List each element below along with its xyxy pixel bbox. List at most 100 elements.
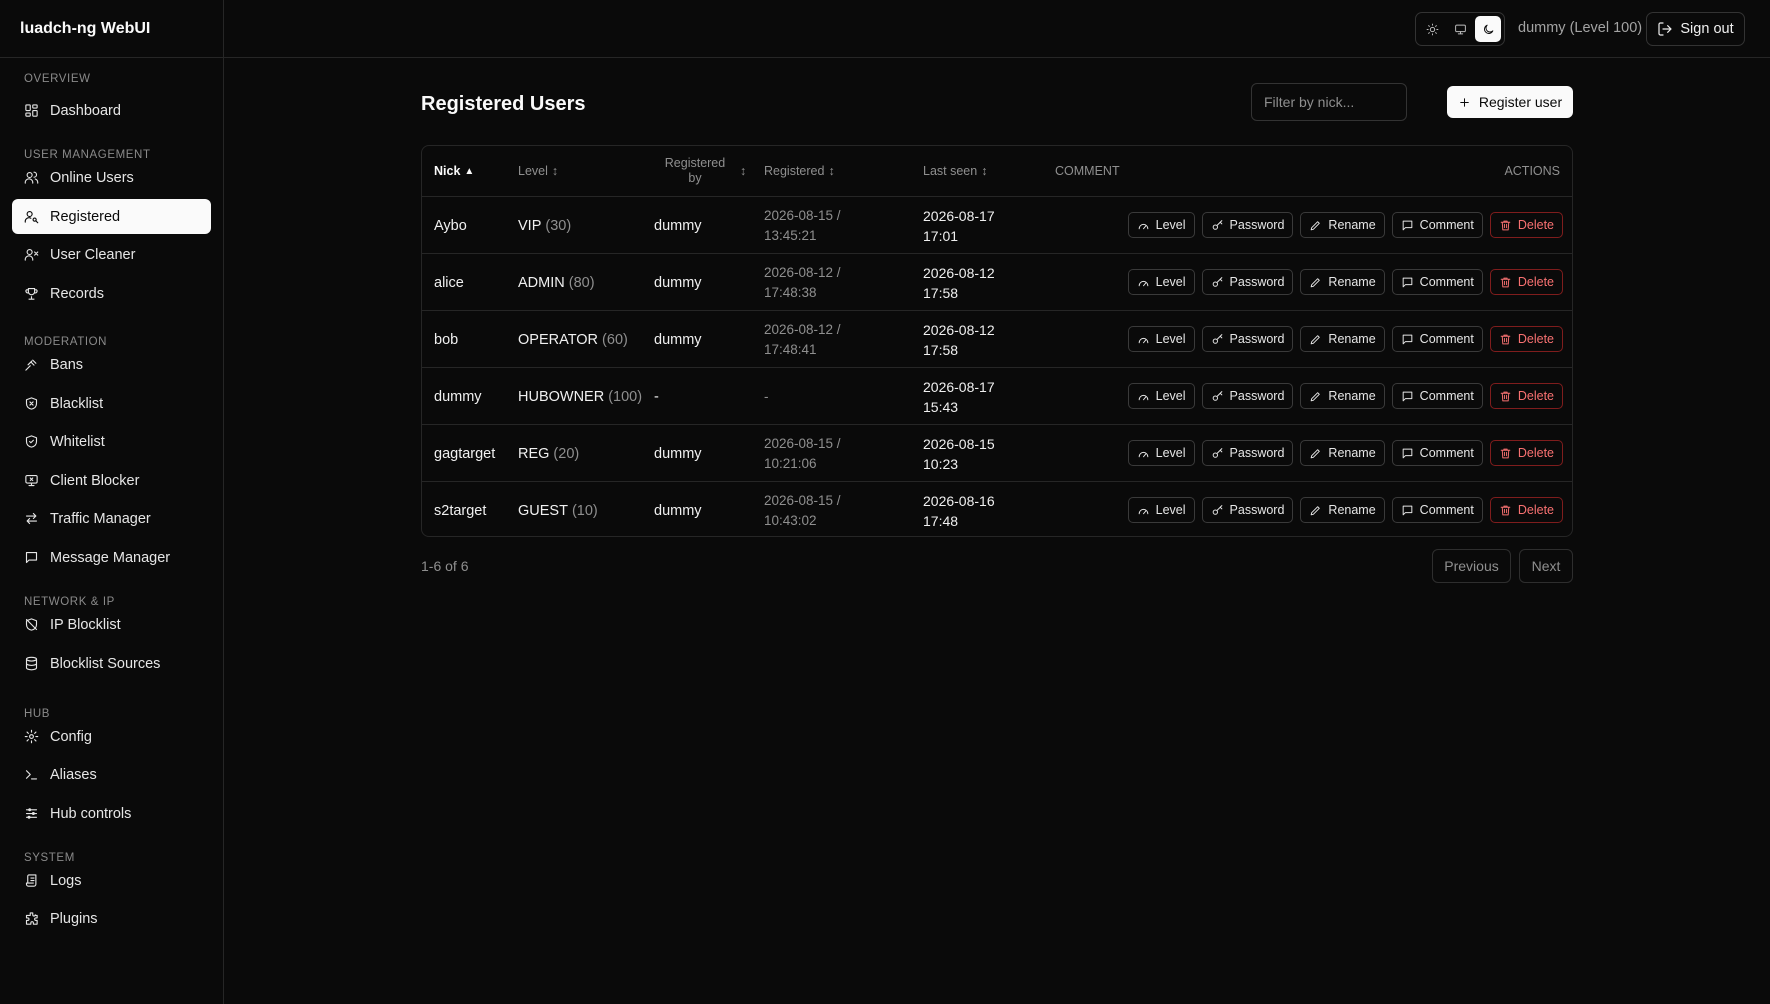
level-button[interactable]: Level	[1127, 326, 1195, 352]
monitor-icon	[1454, 24, 1466, 34]
registered-by-cell: dummy	[654, 217, 702, 234]
gauge-icon	[1138, 337, 1148, 343]
delete-button[interactable]: Delete	[1489, 326, 1563, 352]
password-button[interactable]: Password	[1201, 326, 1294, 352]
sidebar-item-user-cleaner[interactable]: User Cleaner	[12, 237, 211, 272]
level-name: GUEST	[518, 502, 568, 519]
sidebar-item-records[interactable]: Records	[12, 276, 211, 311]
registered-date: 2026-08-12 /	[764, 321, 841, 337]
password-button[interactable]: Password	[1201, 212, 1294, 238]
delete-button[interactable]: Delete	[1489, 269, 1563, 295]
sidebar-item-bans[interactable]: Bans	[12, 347, 211, 382]
sidebar-item-blacklist[interactable]: Blacklist	[12, 386, 211, 421]
sidebar-item-plugins[interactable]: Plugins	[12, 901, 211, 936]
monitor-x-icon	[25, 474, 38, 487]
sidebar-item-config[interactable]: Config	[12, 719, 211, 754]
column-header-registered[interactable]: Registered ↕	[764, 146, 835, 196]
rename-button[interactable]: Rename	[1300, 440, 1385, 466]
level-button[interactable]: Level	[1127, 440, 1195, 466]
database-icon	[25, 656, 38, 671]
sidebar-item-blocklist-sources[interactable]: Blocklist Sources	[12, 646, 211, 681]
sidebar-item-whitelist[interactable]: Whitelist	[12, 424, 211, 459]
action-label: Comment	[1419, 332, 1474, 346]
password-button[interactable]: Password	[1201, 440, 1294, 466]
password-button[interactable]: Password	[1201, 269, 1294, 295]
action-label: Comment	[1419, 275, 1474, 289]
sidebar-item-label: Blocklist Sources	[50, 655, 161, 672]
light-theme-button[interactable]	[1419, 16, 1445, 42]
registered-date: 2026-08-12 /	[764, 264, 841, 280]
sidebar-item-registered[interactable]: Registered	[12, 199, 211, 234]
column-header-nick[interactable]: Nick ▲	[434, 146, 474, 196]
action-label: Comment	[1419, 446, 1474, 460]
delete-button[interactable]: Delete	[1489, 212, 1563, 238]
last-seen-date: 2026-08-17	[923, 378, 995, 395]
level-name: HUBOWNER	[518, 388, 605, 405]
action-label: Level	[1155, 503, 1186, 517]
column-header-actions: ACTIONS	[1504, 146, 1560, 196]
user-name: dummy	[1518, 20, 1566, 36]
level-cell: HUBOWNER (100)	[518, 368, 642, 425]
action-label: Password	[1229, 332, 1285, 346]
sidebar-item-logs[interactable]: Logs	[12, 863, 211, 898]
gauge-icon	[1138, 508, 1148, 514]
action-label: Delete	[1517, 218, 1554, 232]
comment-button[interactable]: Comment	[1391, 269, 1483, 295]
password-button[interactable]: Password	[1201, 497, 1294, 523]
level-button[interactable]: Level	[1127, 269, 1195, 295]
sidebar: luadch-ng WebUI OVERVIEW Dashboard USER MA…	[0, 0, 224, 1004]
comment-button[interactable]: Comment	[1391, 497, 1483, 523]
delete-button[interactable]: Delete	[1489, 497, 1563, 523]
registered-date: -	[764, 388, 769, 404]
sidebar-item-online-users[interactable]: Online Users	[12, 160, 211, 195]
sidebar-item-ip-blocklist[interactable]: IP Blocklist	[12, 607, 211, 642]
rename-button[interactable]: Rename	[1300, 212, 1385, 238]
column-header-registered-by[interactable]: Registered by ↕	[662, 146, 746, 196]
next-page-button[interactable]: Next	[1519, 549, 1573, 583]
sidebar-item-traffic-manager[interactable]: Traffic Manager	[12, 501, 211, 536]
level-button[interactable]: Level	[1127, 497, 1195, 523]
sort-icon: ↕	[551, 164, 559, 178]
sidebar-item-label: Dashboard	[50, 102, 121, 119]
comment-button[interactable]: Comment	[1391, 383, 1483, 409]
comment-button[interactable]: Comment	[1391, 212, 1483, 238]
column-header-level[interactable]: Level ↕	[518, 146, 558, 196]
sidebar-item-client-blocker[interactable]: Client Blocker	[12, 463, 211, 498]
delete-button[interactable]: Delete	[1489, 440, 1563, 466]
level-cell: GUEST (10)	[518, 482, 598, 536]
sign-out-label: Sign out	[1680, 21, 1734, 37]
previous-page-button[interactable]: Previous	[1432, 549, 1511, 583]
level-button[interactable]: Level	[1127, 212, 1195, 238]
filter-nick-input[interactable]	[1251, 83, 1407, 121]
comment-button[interactable]: Comment	[1391, 326, 1483, 352]
rename-button[interactable]: Rename	[1300, 497, 1385, 523]
password-button[interactable]: Password	[1201, 383, 1294, 409]
level-name: REG	[518, 445, 550, 462]
trash-icon	[1500, 334, 1511, 344]
last-seen-date: 2026-08-16	[923, 492, 995, 509]
pencil-icon	[1311, 505, 1321, 515]
pagination-range: 1-6 of 6	[421, 558, 469, 574]
key-icon	[1212, 276, 1222, 287]
registered-time: 17:48:41	[764, 341, 817, 357]
last-seen-cell: 2026-08-15 10:23	[923, 425, 995, 482]
sun-icon	[1426, 23, 1438, 35]
dark-theme-button[interactable]	[1475, 16, 1501, 42]
register-user-button[interactable]: Register user	[1447, 86, 1573, 118]
rename-button[interactable]: Rename	[1300, 383, 1385, 409]
sidebar-item-dashboard[interactable]: Dashboard	[12, 93, 211, 128]
theme-switcher	[1415, 12, 1505, 46]
system-theme-button[interactable]	[1447, 16, 1473, 42]
rename-button[interactable]: Rename	[1300, 269, 1385, 295]
delete-button[interactable]: Delete	[1489, 383, 1563, 409]
rename-button[interactable]: Rename	[1300, 326, 1385, 352]
shield-check-icon	[25, 435, 38, 448]
sign-out-button[interactable]: Sign out	[1646, 12, 1745, 46]
level-button[interactable]: Level	[1127, 383, 1195, 409]
action-label: Password	[1229, 389, 1285, 403]
column-header-last-seen[interactable]: Last seen ↕	[923, 146, 987, 196]
sidebar-item-hub-controls[interactable]: Hub controls	[12, 796, 211, 831]
sidebar-item-message-manager[interactable]: Message Manager	[12, 540, 211, 575]
sidebar-item-aliases[interactable]: Aliases	[12, 757, 211, 792]
comment-button[interactable]: Comment	[1391, 440, 1483, 466]
